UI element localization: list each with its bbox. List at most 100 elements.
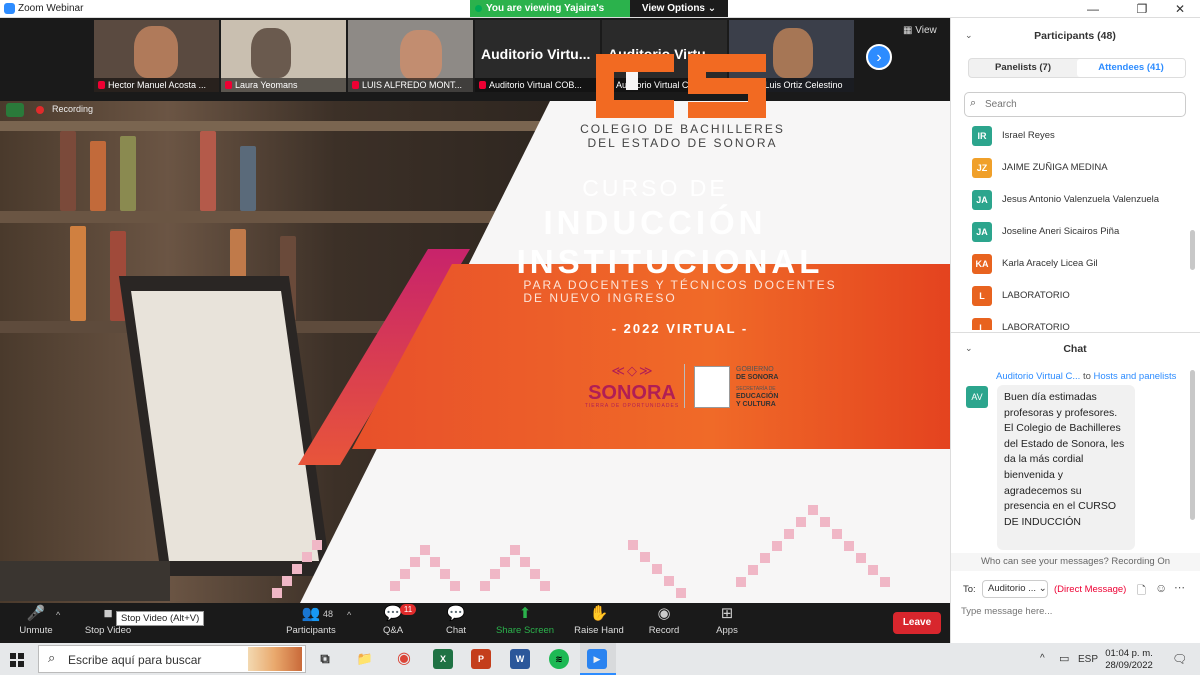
attendee-row[interactable]: JZ JAIME ZUÑIGA MEDINA	[972, 158, 1182, 190]
tile-name: LUIS ALFREDO MONT...	[348, 78, 473, 92]
attendee-name: LABORATORIO	[1002, 290, 1070, 301]
pattern-pixel	[796, 517, 806, 527]
file-explorer-icon[interactable]: 📁	[355, 649, 375, 669]
video-tile[interactable]: Auditorio Virtu... Auditorio Virtual COB…	[475, 20, 600, 92]
participant-video	[400, 30, 442, 80]
tile-name: Auditorio Virtual COB...	[475, 78, 600, 92]
record-icon: ◉	[657, 605, 671, 622]
word-icon[interactable]: W	[510, 649, 530, 669]
attendee-list: IR Israel Reyes JZ JAIME ZUÑIGA MEDINA J…	[964, 122, 1189, 330]
pattern-pixel	[510, 545, 520, 555]
pattern-pixel	[832, 529, 842, 539]
slide-subtitle-line2: DE NUEVO INGRESO	[523, 291, 677, 305]
sonora-tagline: TIERRA DE OPORTUNIDADES	[584, 403, 680, 409]
pattern-pixel	[772, 541, 782, 551]
video-tile[interactable]: Hector Manuel Acosta ...	[94, 20, 219, 92]
logo-part	[596, 72, 614, 118]
pattern-pixel	[282, 576, 292, 586]
cobach-logo	[596, 52, 768, 118]
audio-options-caret[interactable]: ^	[56, 610, 60, 620]
participants-caret[interactable]: ^	[347, 610, 351, 620]
apps-button[interactable]: ⊞ Apps	[697, 603, 757, 643]
chat-message-input[interactable]	[961, 603, 1189, 619]
pattern-pixel	[430, 557, 440, 567]
more-icon[interactable]: ⋯	[1174, 581, 1185, 594]
close-button[interactable]: ✕	[1165, 1, 1195, 17]
next-page-button[interactable]: ›	[866, 44, 892, 70]
pattern-pixel	[652, 564, 662, 574]
who-can-see-link[interactable]: Who can see your messages? Recording On	[951, 553, 1200, 571]
pattern-pixel	[736, 577, 746, 587]
panel-divider	[951, 332, 1200, 333]
search-icon: ⌕	[970, 97, 977, 109]
collapse-participants-icon[interactable]: ⌄	[965, 30, 973, 41]
gov-text-2: DE SONORA	[736, 374, 779, 381]
excel-icon[interactable]: X	[433, 649, 453, 669]
chrome-icon[interactable]: ◉	[394, 649, 414, 669]
video-tile[interactable]: LUIS ALFREDO MONT...	[348, 20, 473, 92]
logo-part	[614, 100, 674, 118]
attendee-row[interactable]: KA Karla Aracely Licea Gil	[972, 254, 1182, 286]
attendee-row[interactable]: IR Israel Reyes	[972, 126, 1182, 158]
pattern-pixel	[540, 581, 550, 591]
apps-icon: ⊞	[720, 605, 734, 622]
video-tile[interactable]: Laura Yeomans	[221, 20, 346, 92]
search-input[interactable]	[985, 95, 1180, 113]
powerpoint-icon[interactable]: P	[471, 649, 491, 669]
book	[120, 136, 136, 211]
tab-panelists[interactable]: Panelists (7)	[969, 59, 1077, 77]
slide-subtitle-line1: PARA DOCENTES Y TÉCNICOS DOCENTES	[523, 278, 837, 292]
tray-overflow-icon[interactable]: ^	[1040, 653, 1045, 664]
raise-hand-button[interactable]: ✋ Raise Hand	[569, 603, 629, 643]
record-button[interactable]: ◉ Record	[634, 603, 694, 643]
file-icon[interactable]: 🗋	[1137, 582, 1146, 601]
maximize-button[interactable]: ❐	[1127, 1, 1157, 17]
share-screen-button[interactable]: ⬆ Share Screen	[495, 603, 555, 643]
participants-scrollbar[interactable]	[1190, 230, 1195, 270]
attendee-name: JAIME ZUÑIGA MEDINA	[1002, 162, 1108, 173]
notifications-icon[interactable]: 🗨	[1172, 652, 1187, 666]
clock-date[interactable]: 28/09/2022	[1100, 660, 1158, 671]
attendee-row[interactable]: JA Joseline Aneri Sicairos Piña	[972, 222, 1182, 254]
chat-message: Buen día estimadas profesoras y profesor…	[997, 385, 1135, 550]
unmute-button[interactable]: 🎤 Unmute	[6, 603, 66, 643]
qa-badge: 11	[400, 604, 416, 615]
apps-label: Apps	[716, 625, 738, 636]
pattern-pixel	[272, 588, 282, 598]
view-options-button[interactable]: View Options ⌄	[630, 0, 728, 17]
pattern-pixel	[390, 581, 400, 591]
pattern-pixel	[450, 581, 460, 591]
tile-name: Hector Manuel Acosta ...	[94, 78, 219, 92]
recipient-select[interactable]: Auditorio ... ⌄	[982, 580, 1048, 598]
active-app-highlight	[580, 643, 616, 675]
logo-part	[688, 54, 766, 72]
attendee-row[interactable]: JA Jesus Antonio Valenzuela Valenzuela	[972, 190, 1182, 222]
sonora-pattern: ≪◇≫	[611, 363, 655, 378]
chat-scrollbar[interactable]	[1190, 370, 1195, 520]
tab-attendees[interactable]: Attendees (41)	[1077, 59, 1185, 77]
collapse-chat-icon[interactable]: ⌄	[965, 343, 973, 354]
avatar: KA	[972, 254, 992, 274]
message-header: Auditorio Virtual C... to Hosts and pane…	[996, 371, 1176, 382]
pattern-pixel	[312, 540, 322, 550]
taskbar-search-text: Escribe aquí para buscar	[68, 653, 202, 667]
attendee-row[interactable]: L LABORATORIO	[972, 286, 1182, 318]
minimize-button[interactable]: —	[1078, 1, 1108, 17]
emoji-icon[interactable]: ☺	[1155, 581, 1167, 595]
language-indicator[interactable]: ESP	[1078, 654, 1098, 665]
attendee-name: LABORATORIO	[1002, 322, 1070, 330]
chat-button[interactable]: 💬 Chat	[426, 603, 486, 643]
windows-start-icon[interactable]	[10, 653, 24, 667]
leave-button[interactable]: Leave	[893, 612, 941, 634]
clock-time[interactable]: 01:04 p. m.	[1104, 648, 1154, 659]
pattern-pixel	[628, 540, 638, 550]
book	[60, 131, 76, 211]
network-icon[interactable]: ▭	[1059, 652, 1069, 665]
pattern-pixel	[420, 545, 430, 555]
zoom-app-icon	[4, 3, 15, 14]
attendee-row[interactable]: L LABORATORIO	[972, 318, 1182, 330]
spotify-icon[interactable]: ≋	[549, 649, 569, 669]
view-button[interactable]: ▦ View	[903, 25, 937, 36]
task-view-icon[interactable]: ⧉	[315, 649, 335, 669]
message-to-word: to	[1080, 371, 1094, 382]
